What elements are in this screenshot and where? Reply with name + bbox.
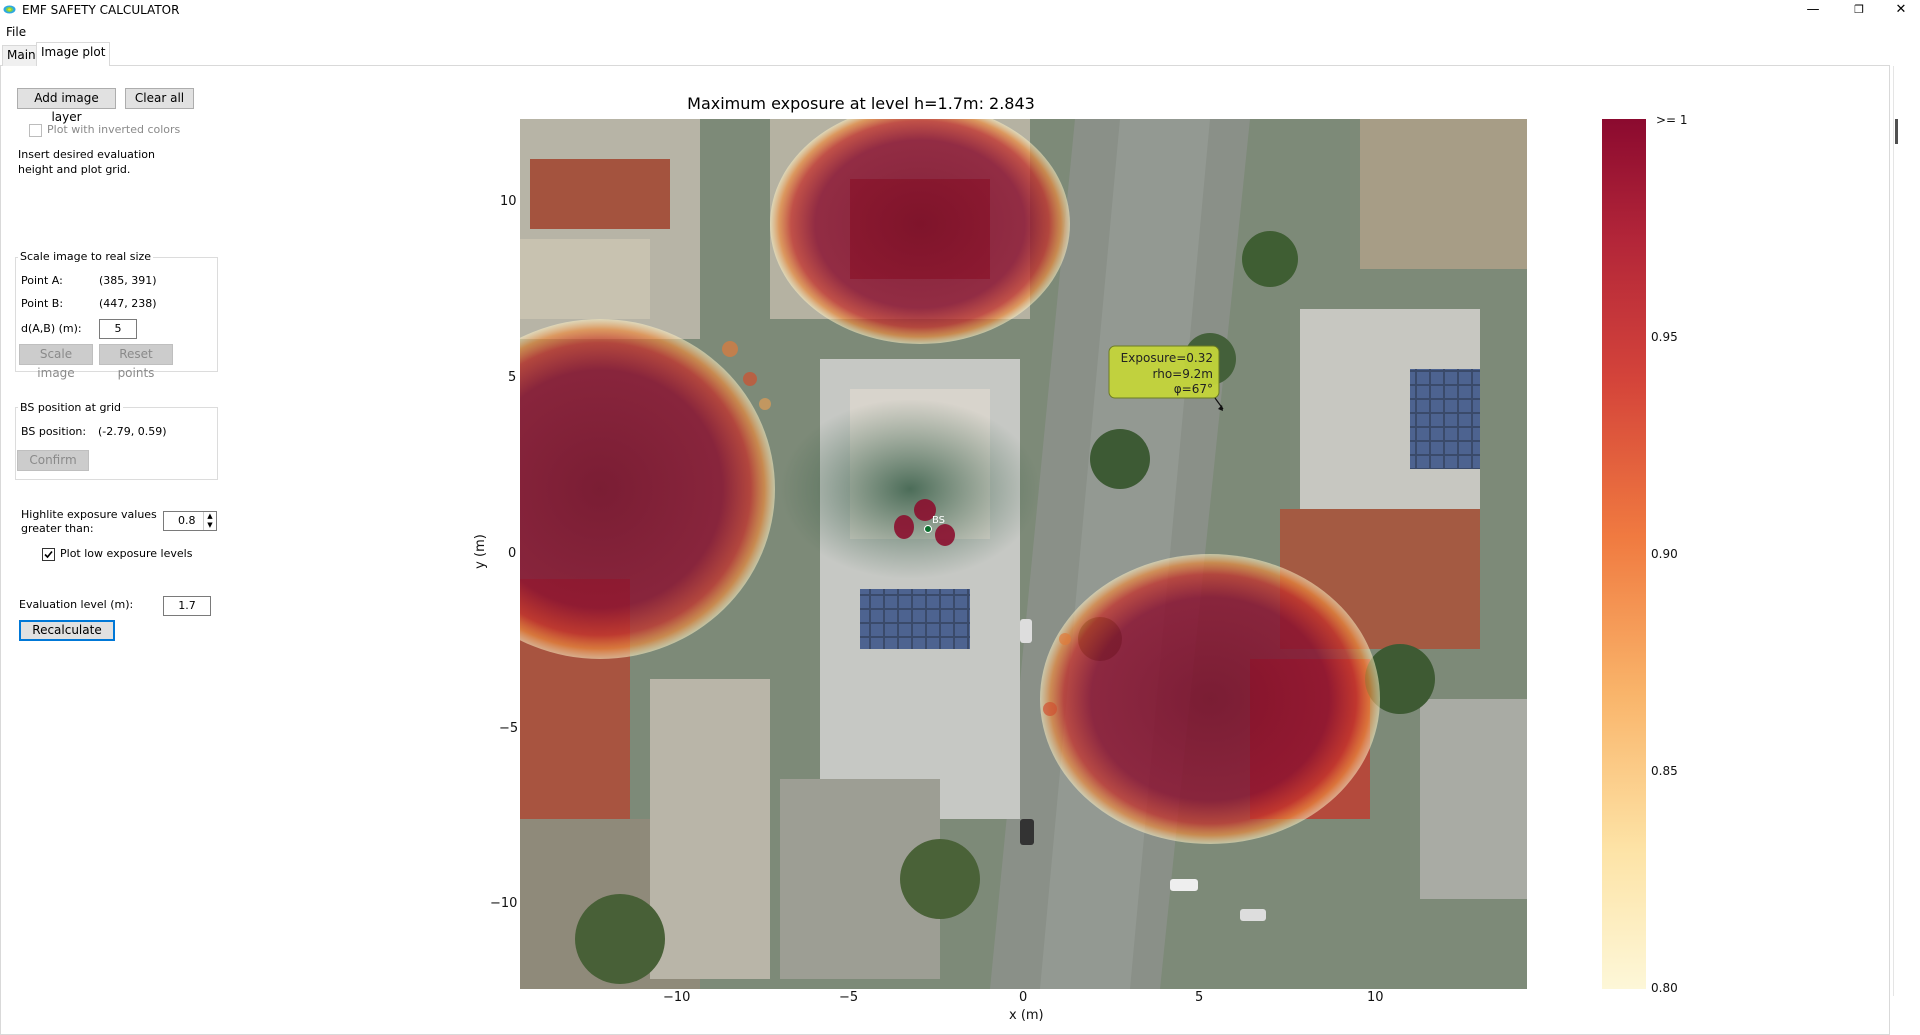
- bs-label: BS: [932, 515, 945, 526]
- tab-image-plot[interactable]: Image plot: [36, 42, 111, 66]
- checkmark-icon: [44, 550, 53, 559]
- colorbar-tick: 0.85: [1651, 764, 1678, 778]
- clear-all-button[interactable]: Clear all: [125, 88, 194, 109]
- distance-input[interactable]: 5: [99, 319, 137, 339]
- x-tick: 0: [1019, 990, 1028, 1005]
- eval-level-input[interactable]: 1.7: [163, 596, 211, 616]
- highlight-label-line1: Highlite exposure values: [21, 508, 157, 521]
- close-icon: ✕: [1895, 2, 1907, 17]
- y-tick: 5: [508, 370, 517, 385]
- image-plot-panel: Add image layer Clear all Plot with inve…: [0, 66, 1890, 1035]
- y-tick: −10: [490, 896, 518, 911]
- window-title: EMF SAFETY CALCULATOR: [22, 3, 180, 17]
- spin-arrows-icon[interactable]: ▲ ▼: [203, 512, 216, 530]
- x-tick: 10: [1367, 990, 1384, 1005]
- highlight-threshold-value: 0.8: [178, 514, 196, 527]
- bs-position-label: BS position:: [21, 425, 87, 438]
- point-b-value: (447, 238): [99, 297, 157, 310]
- recalculate-button[interactable]: Recalculate: [19, 620, 115, 641]
- plot-inverted-colors-checkbox[interactable]: [29, 124, 42, 137]
- menu-bar: File: [0, 22, 1920, 42]
- tab-strip: Main Image plot: [0, 42, 1890, 66]
- bs-marker[interactable]: [924, 525, 932, 533]
- restore-icon: ❐: [1854, 3, 1864, 16]
- instruction-text-line2: height and plot grid.: [18, 163, 131, 176]
- low-exposure-halo: [780, 399, 1040, 579]
- minimize-icon: —: [1806, 2, 1820, 17]
- close-button[interactable]: ✕: [1882, 0, 1920, 20]
- app-icon: [3, 5, 16, 14]
- colorbar-tick: 0.95: [1651, 330, 1678, 344]
- tab-main[interactable]: Main: [2, 45, 41, 66]
- add-image-layer-button[interactable]: Add image layer: [17, 88, 116, 124]
- exposure-map[interactable]: BS Exposure=0.32 rho=9.2m φ=67°: [520, 119, 1527, 989]
- minimize-button[interactable]: —: [1790, 0, 1836, 20]
- point-b-label: Point B:: [21, 297, 64, 310]
- restore-button[interactable]: ❐: [1836, 0, 1882, 20]
- menu-file[interactable]: File: [6, 25, 26, 39]
- eval-level-label: Evaluation level (m):: [19, 598, 134, 611]
- highlight-threshold-spinbox[interactable]: 0.8 ▲ ▼: [163, 511, 217, 531]
- scrollbar-thumb[interactable]: [1895, 119, 1898, 144]
- highlight-label-line2: greater than:: [21, 522, 94, 535]
- exposure-lobe-bottom-right: [1040, 554, 1380, 844]
- plot-low-exposure-label: Plot low exposure levels: [60, 547, 193, 560]
- point-a-label: Point A:: [21, 274, 63, 287]
- instruction-text-line1: Insert desired evaluation: [18, 148, 155, 161]
- title-bar: EMF SAFETY CALCULATOR — ❐ ✕: [0, 0, 1920, 20]
- bs-position-value: (-2.79, 0.59): [98, 425, 167, 438]
- bs-group-title: BS position at grid: [18, 401, 123, 414]
- x-tick: 5: [1195, 990, 1204, 1005]
- confirm-button[interactable]: Confirm: [17, 450, 89, 471]
- point-a-value: (385, 391): [99, 274, 157, 287]
- plot-title: Maximum exposure at level h=1.7m: 2.843: [687, 94, 1035, 113]
- y-axis-label: y (m): [472, 534, 488, 569]
- y-tick: −5: [499, 721, 519, 736]
- colorbar-tick: 0.90: [1651, 547, 1678, 561]
- scale-image-button[interactable]: Scale image: [19, 344, 93, 380]
- tooltip-exposure: Exposure=0.32: [1121, 351, 1213, 365]
- scale-group-title: Scale image to real size: [18, 250, 154, 263]
- reset-points-button[interactable]: Reset points: [99, 344, 173, 380]
- tooltip-phi: φ=67°: [1174, 382, 1213, 396]
- colorbar-tick: >= 1: [1656, 113, 1688, 127]
- vertical-scrollbar[interactable]: [1893, 66, 1919, 996]
- colorbar: [1602, 119, 1646, 989]
- distance-label: d(A,B) (m):: [21, 322, 82, 335]
- x-tick: −10: [663, 990, 691, 1005]
- x-axis-label: x (m): [1009, 1008, 1044, 1023]
- plot-inverted-colors-label: Plot with inverted colors: [47, 123, 181, 136]
- plot-low-exposure-checkbox[interactable]: [42, 548, 55, 561]
- x-tick: −5: [839, 990, 859, 1005]
- colorbar-tick: 0.80: [1651, 981, 1678, 995]
- y-tick: 0: [508, 546, 517, 561]
- y-tick: 10: [500, 194, 517, 209]
- tooltip-rho: rho=9.2m: [1153, 367, 1214, 381]
